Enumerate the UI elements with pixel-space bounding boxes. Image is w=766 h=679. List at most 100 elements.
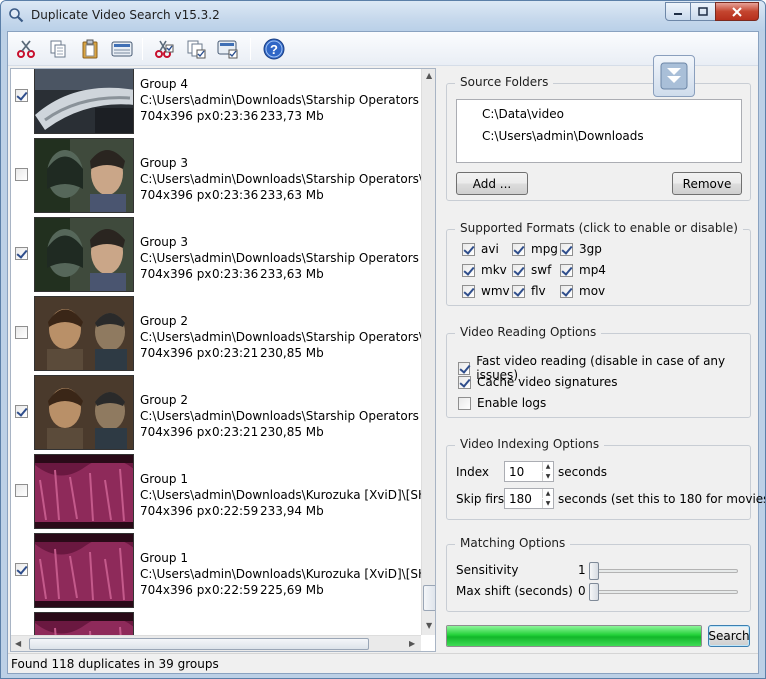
duplicates-list[interactable]: Group 4 C:\Users\admin\Downloads\Starship…	[10, 68, 436, 652]
format-checkbox[interactable]	[462, 284, 475, 298]
title-bar[interactable]: Duplicate Video Search v15.3.2	[1, 1, 765, 31]
index-label: Index	[456, 465, 490, 479]
minimize-icon	[674, 12, 682, 15]
scroll-left-icon[interactable]: ◀	[15, 639, 21, 648]
format-label: mkv	[481, 263, 507, 277]
list-item[interactable]: Group 3 C:\Users\admin\Downloads\Starship…	[11, 215, 421, 294]
video-thumbnail	[34, 454, 134, 529]
update-button[interactable]	[653, 55, 695, 97]
cut-checked-icon	[155, 40, 174, 58]
copy-checked-button[interactable]	[184, 37, 208, 61]
file-path: C:\Users\admin\Downloads\Starship Operat…	[140, 330, 421, 344]
spin-down-icon[interactable]: ▼	[542, 472, 553, 481]
select-checkbox[interactable]	[15, 484, 28, 497]
scroll-up-icon[interactable]: ▲	[426, 71, 432, 80]
sensitivity-track[interactable]	[592, 569, 738, 573]
option-checkbox[interactable]	[458, 361, 471, 375]
cut-checked-button[interactable]	[152, 37, 176, 61]
format-toggle-mpg[interactable]: mpg	[512, 242, 558, 256]
minimize-button[interactable]	[665, 2, 691, 21]
format-toggle-flv[interactable]: flv	[512, 284, 546, 298]
toolbar: ?	[8, 32, 758, 66]
video-thumbnail	[34, 296, 134, 371]
select-checked-icon	[217, 40, 238, 59]
video-thumbnail	[34, 612, 134, 635]
max-shift-label: Max shift (seconds)	[456, 584, 573, 598]
select-checkbox[interactable]	[15, 247, 28, 260]
horizontal-scrollbar[interactable]: ◀ ▶	[11, 635, 421, 651]
file-size: 233,63 Mb	[260, 188, 324, 202]
index-spinner[interactable]: 10 ▲ ▼	[504, 461, 554, 482]
reading-option[interactable]: Enable logs	[458, 396, 546, 410]
file-meta: 704x396 px0:22:59 233,94 Mb	[140, 504, 324, 518]
list-item[interactable]: Group 2 C:\Users\admin\Downloads\Starship…	[11, 294, 421, 373]
list-viewport: Group 4 C:\Users\admin\Downloads\Starship…	[11, 69, 421, 635]
format-toggle-mov[interactable]: mov	[560, 284, 605, 298]
close-button[interactable]	[715, 2, 759, 21]
format-toggle-3gp[interactable]: 3gp	[560, 242, 602, 256]
skip-first-label: Skip first	[456, 492, 509, 506]
list-item[interactable]: Group 4 C:\Users\admin\Downloads\Starship…	[11, 69, 421, 136]
vertical-scrollbar[interactable]: ▲ ▼	[421, 69, 435, 635]
select-checkbox[interactable]	[15, 563, 28, 576]
format-checkbox[interactable]	[512, 242, 525, 256]
horizontal-scroll-thumb[interactable]	[29, 638, 369, 650]
option-checkbox[interactable]	[458, 396, 471, 410]
close-icon	[732, 6, 742, 17]
remove-folder-button[interactable]: Remove	[672, 172, 742, 195]
select-checkbox[interactable]	[15, 89, 28, 102]
format-checkbox[interactable]	[560, 263, 573, 277]
format-checkbox[interactable]	[512, 263, 525, 277]
format-toggle-mp4[interactable]: mp4	[560, 263, 606, 277]
format-toggle-avi[interactable]: avi	[462, 242, 499, 256]
sensitivity-slider[interactable]	[589, 562, 599, 580]
paste-button[interactable]	[78, 37, 102, 61]
cut-button[interactable]	[14, 37, 38, 61]
file-size: 225,69 Mb	[260, 583, 324, 597]
list-item[interactable]	[11, 610, 421, 635]
vertical-scroll-thumb[interactable]	[423, 585, 435, 611]
reading-option[interactable]: Cache video signatures	[458, 375, 618, 389]
select-all-button[interactable]	[110, 37, 134, 61]
spin-down-icon[interactable]: ▼	[542, 499, 553, 508]
list-item[interactable]: Group 1 C:\Users\admin\Downloads\Kurozuka…	[11, 531, 421, 610]
add-folder-button[interactable]: Add ...	[456, 172, 528, 195]
format-checkbox[interactable]	[462, 242, 475, 256]
matching-options-title: Matching Options	[455, 536, 571, 550]
format-checkbox[interactable]	[560, 284, 573, 298]
list-item[interactable]: Group 3 C:\Users\admin\Downloads\Starship…	[11, 136, 421, 215]
select-checkbox[interactable]	[15, 168, 28, 181]
max-shift-track[interactable]	[592, 590, 738, 594]
video-thumbnail	[34, 217, 134, 292]
source-folder-item[interactable]: C:\Users\admin\Downloads	[482, 129, 644, 143]
skip-first-spinner[interactable]: 180 ▲ ▼	[504, 488, 554, 509]
maximize-button[interactable]	[690, 2, 716, 21]
list-item[interactable]: Group 2 C:\Users\admin\Downloads\Starship…	[11, 373, 421, 452]
option-checkbox[interactable]	[458, 375, 471, 389]
select-checkbox[interactable]	[15, 326, 28, 339]
copy-button[interactable]	[46, 37, 70, 61]
search-button[interactable]: Search	[708, 625, 750, 647]
client-area: ? Group 4 C:\Users\admin\Downloads\Starsh…	[7, 31, 765, 674]
format-checkbox[interactable]	[512, 284, 525, 298]
select-checkbox[interactable]	[15, 405, 28, 418]
select-checked-button[interactable]	[216, 37, 240, 61]
index-unit: seconds	[558, 465, 608, 479]
format-checkbox[interactable]	[560, 242, 573, 256]
scroll-right-icon[interactable]: ▶	[409, 639, 415, 648]
format-toggle-swf[interactable]: swf	[512, 263, 551, 277]
duration: 0:23:36	[212, 267, 259, 281]
spin-up-icon[interactable]: ▲	[542, 489, 553, 498]
max-shift-slider[interactable]	[589, 583, 599, 601]
format-toggle-wmv[interactable]: wmv	[462, 284, 510, 298]
format-toggle-mkv[interactable]: mkv	[462, 263, 507, 277]
source-folder-item[interactable]: C:\Data\video	[482, 107, 564, 121]
resolution: 704x396 px	[140, 188, 212, 202]
scroll-down-icon[interactable]: ▼	[426, 621, 432, 630]
list-item[interactable]: Group 1 C:\Users\admin\Downloads\Kurozuka…	[11, 452, 421, 531]
source-folders-list[interactable]: C:\Data\video C:\Users\admin\Downloads	[456, 99, 742, 163]
format-checkbox[interactable]	[462, 263, 475, 277]
help-icon: ?	[263, 38, 285, 60]
help-button[interactable]: ?	[262, 37, 286, 61]
spin-up-icon[interactable]: ▲	[542, 462, 553, 471]
